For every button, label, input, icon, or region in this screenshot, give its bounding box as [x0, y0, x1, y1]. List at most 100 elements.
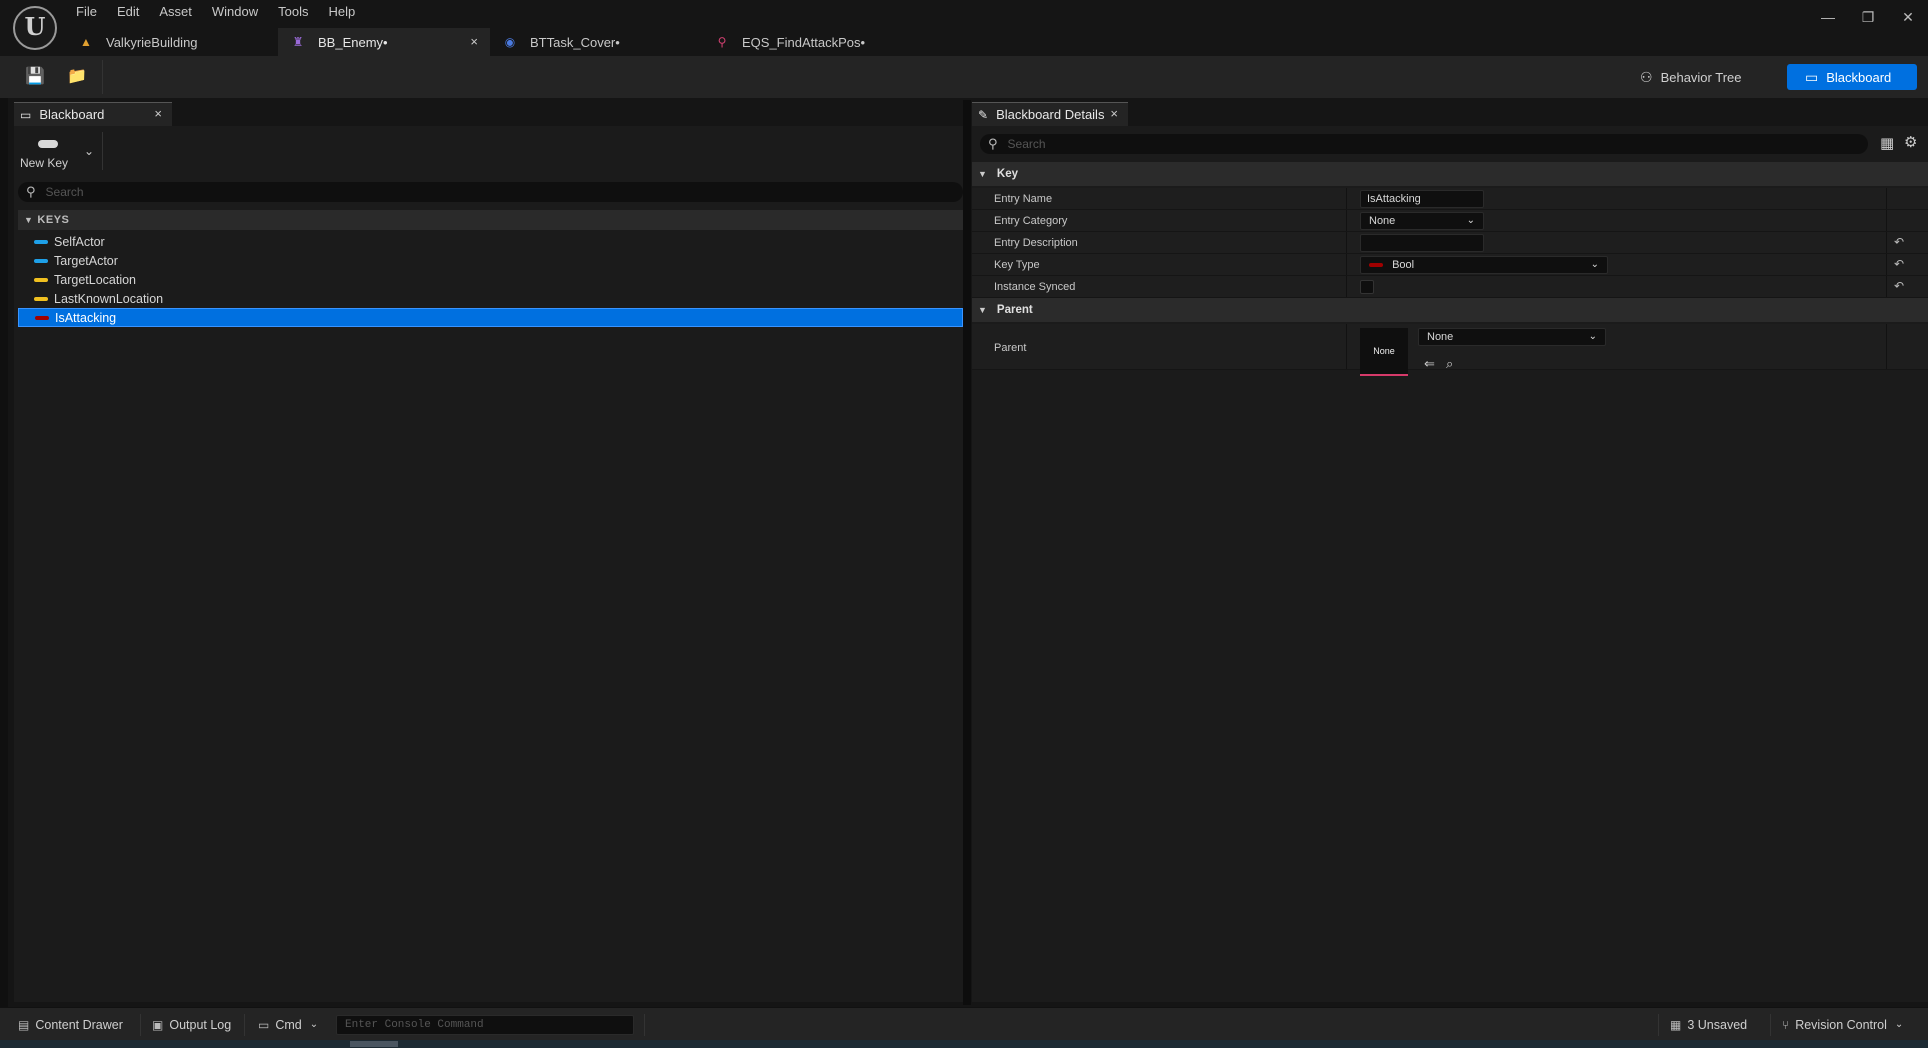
menu-file[interactable]: File [66, 3, 107, 21]
menu-bar: File Edit Asset Window Tools Help [66, 3, 365, 21]
new-key-dropdown-chevron-icon[interactable]: ⌄ [84, 144, 94, 158]
details-panel-tab[interactable]: ✎ Blackboard Details × [972, 102, 1128, 126]
entry-name-field[interactable]: IsAttacking [1360, 190, 1484, 208]
key-type-value: Bool [1392, 259, 1415, 271]
close-window-button[interactable]: ✕ [1888, 4, 1928, 30]
output-log-button[interactable]: ▣ Output Log [152, 1008, 231, 1041]
parent-section-header[interactable]: ▼ Parent [972, 298, 1928, 322]
tab-label: ValkyrieBuilding [106, 34, 198, 50]
keys-search-box: ⚲ [18, 182, 963, 202]
browse-asset-icon[interactable]: 📁 [66, 66, 88, 88]
key-row-self-actor[interactable]: SelfActor [18, 232, 963, 251]
behavior-tree-mode-button[interactable]: ⚇ Behavior Tree [1640, 64, 1760, 90]
behavior-tree-icon: ⚇ [1640, 68, 1653, 85]
key-type-color-icon [34, 296, 48, 301]
horizontal-scrollbar-thumb[interactable] [350, 1041, 398, 1047]
save-icon[interactable]: 💾 [24, 66, 46, 88]
bool-type-color-icon [1369, 263, 1383, 268]
reset-to-default-icon[interactable]: ↶ [1894, 279, 1904, 293]
blackboard-mode-button[interactable]: ▭ Blackboard [1787, 64, 1917, 90]
key-row-target-location[interactable]: TargetLocation [18, 270, 963, 289]
search-icon: ⚲ [988, 136, 998, 151]
property-matrix-icon[interactable]: ▦ [1880, 134, 1894, 152]
statusbar-divider [644, 1014, 645, 1036]
instance-synced-checkbox[interactable] [1360, 280, 1374, 294]
use-selected-asset-icon[interactable]: ⇐ [1424, 356, 1435, 372]
blueprint-icon: ◉ [504, 35, 516, 49]
chevron-down-icon: ⌄ [1894, 1019, 1904, 1030]
key-name: TargetLocation [54, 272, 137, 287]
unsaved-label: 3 Unsaved [1687, 1017, 1748, 1032]
panel-splitter[interactable] [963, 100, 971, 1005]
revision-control-button[interactable]: ⑂ Revision Control ⌄ [1782, 1008, 1903, 1041]
key-row-is-attacking[interactable]: IsAttacking [18, 308, 963, 327]
close-panel-icon[interactable]: × [1110, 106, 1118, 121]
tab-eqs-find-attack-pos[interactable]: ⚲ EQS_FindAttackPos• [702, 28, 914, 56]
parent-label: Parent [994, 342, 1027, 354]
menu-asset[interactable]: Asset [149, 3, 202, 21]
close-panel-icon[interactable]: × [154, 106, 162, 121]
reset-to-default-icon[interactable]: ↶ [1894, 235, 1904, 249]
gear-icon[interactable]: ⚙ [1904, 133, 1917, 151]
key-section-header[interactable]: ▼ Key [972, 162, 1928, 186]
entry-description-field[interactable] [1360, 234, 1484, 252]
revision-control-icon: ⑂ [1782, 1017, 1790, 1032]
key-type-color-icon [34, 277, 48, 282]
key-row-target-actor[interactable]: TargetActor [18, 251, 963, 270]
parent-asset-thumbnail[interactable]: None [1360, 328, 1408, 376]
menu-window[interactable]: Window [202, 3, 268, 21]
close-tab-icon[interactable]: × [470, 34, 478, 49]
unreal-logo-icon[interactable]: U [13, 6, 57, 50]
restore-button[interactable]: ❐ [1848, 4, 1888, 30]
blackboard-panel: ▭ Blackboard × New Key ⌄ ⚲ ▼ KEYS SelfAc… [8, 100, 968, 1005]
entry-name-label: Entry Name [994, 193, 1053, 205]
terminal-icon: ▭ [258, 1017, 270, 1032]
output-log-label: Output Log [169, 1017, 232, 1032]
keys-category-header[interactable]: ▼ KEYS [18, 210, 963, 230]
details-tab-label: Blackboard Details [996, 107, 1105, 122]
tab-valkyrie-building[interactable]: ▲ ValkyrieBuilding [66, 28, 278, 56]
collapse-arrow-icon: ▼ [978, 169, 987, 179]
details-search-input[interactable] [1007, 137, 1828, 151]
menu-help[interactable]: Help [318, 3, 365, 21]
key-type-row: Key Type Bool ⌄ ↶ [972, 254, 1928, 276]
parent-row: Parent None None ⌄ ⇐ ⌕ [972, 324, 1928, 376]
eqs-icon: ⚲ [717, 35, 727, 49]
menu-edit[interactable]: Edit [107, 3, 149, 21]
key-type-color-icon [34, 239, 48, 244]
entry-category-combo[interactable]: None ⌄ [1360, 212, 1484, 230]
column-divider [1346, 210, 1347, 231]
cmd-dropdown[interactable]: ▭ Cmd ⌄ [258, 1008, 318, 1041]
entry-description-row: Entry Description ↶ [972, 232, 1928, 254]
blackboard-icon: ▭ [1805, 68, 1819, 85]
reset-to-default-icon[interactable]: ↶ [1894, 257, 1904, 271]
key-name: TargetActor [54, 253, 118, 268]
key-type-combo[interactable]: Bool ⌄ [1360, 256, 1608, 274]
blackboard-details-panel: ✎ Blackboard Details × ⚲ ▦ ⚙ ▼ Key Entry… [972, 100, 1928, 1005]
content-drawer-label: Content Drawer [35, 1017, 123, 1032]
unsaved-button[interactable]: ▦ 3 Unsaved [1670, 1008, 1747, 1041]
console-command-input[interactable] [336, 1015, 634, 1035]
document-tabs: ▲ ValkyrieBuilding ♜ BB_Enemy• × ◉ BTTas… [66, 28, 914, 56]
tab-label: EQS_FindAttackPos• [742, 34, 866, 50]
chevron-down-icon: ⌄ [1590, 259, 1599, 270]
tab-bb-enemy[interactable]: ♜ BB_Enemy• × [278, 28, 490, 56]
keys-search-input[interactable] [45, 185, 926, 199]
level-icon: ▲ [80, 35, 92, 49]
tab-bttask-cover[interactable]: ◉ BTTask_Cover• [490, 28, 702, 56]
column-divider [1886, 232, 1887, 253]
window-controls: — ❐ ✕ [1808, 4, 1928, 30]
menu-tools[interactable]: Tools [268, 3, 318, 21]
key-row-last-known-location[interactable]: LastKnownLocation [18, 289, 963, 308]
new-key-button[interactable]: New Key [20, 136, 76, 176]
parent-section-label: Parent [996, 304, 1033, 316]
cmd-label: Cmd [275, 1017, 302, 1032]
blackboard-panel-tab[interactable]: ▭ Blackboard × [14, 102, 172, 126]
minimize-button[interactable]: — [1808, 4, 1848, 30]
toolbar: 💾 📁 ⚇ Behavior Tree ▭ Blackboard [0, 56, 1928, 98]
column-divider [1346, 188, 1347, 209]
title-bar: U File Edit Asset Window Tools Help — ❐ … [0, 0, 1928, 56]
content-drawer-button[interactable]: ▤ Content Drawer [18, 1008, 123, 1041]
browse-asset-icon[interactable]: ⌕ [1446, 356, 1453, 372]
parent-asset-combo[interactable]: None ⌄ [1418, 328, 1606, 346]
